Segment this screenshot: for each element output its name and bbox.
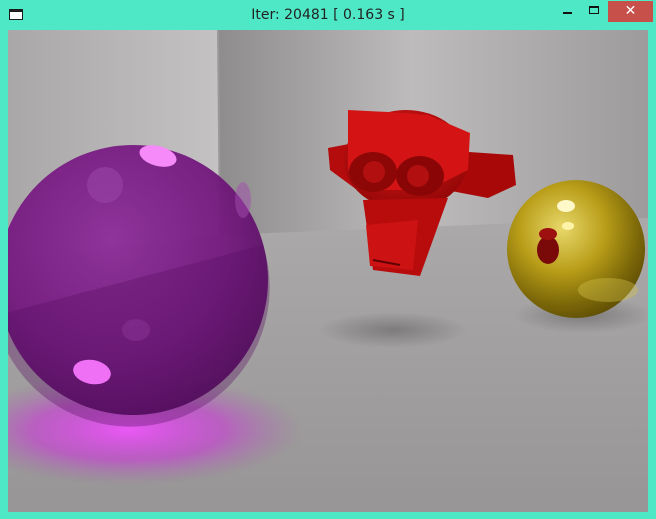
maximize-button[interactable] bbox=[581, 1, 608, 22]
render-image bbox=[8, 30, 648, 512]
minimize-button[interactable] bbox=[554, 1, 581, 22]
gold-mirror-sphere bbox=[507, 180, 645, 318]
close-button[interactable]: ✕ bbox=[608, 1, 653, 22]
monkey-shadow bbox=[318, 312, 468, 348]
render-viewport[interactable] bbox=[8, 30, 648, 512]
title-bar[interactable]: Iter: 20481 [ 0.163 s ] ✕ bbox=[0, 0, 656, 30]
app-window: Iter: 20481 [ 0.163 s ] ✕ bbox=[0, 0, 656, 519]
